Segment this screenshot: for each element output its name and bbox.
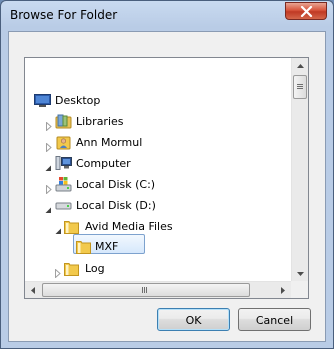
tree-item-mxf[interactable]: MXF bbox=[25, 236, 285, 257]
collapse-arrow-icon[interactable] bbox=[44, 201, 52, 213]
tree-item-label: Ann Mormul bbox=[76, 136, 143, 149]
horizontal-scrollbar[interactable] bbox=[25, 281, 291, 298]
folder-tree[interactable]: Desktop Libraries Ann Mormul Computer Lo… bbox=[24, 57, 309, 299]
tree-item-avid-media-files[interactable]: Avid Media Files bbox=[25, 216, 285, 237]
title-bar[interactable]: Browse For Folder bbox=[1, 1, 333, 29]
expand-arrow-icon[interactable] bbox=[45, 180, 53, 195]
dialog-title: Browse For Folder bbox=[10, 8, 118, 22]
tree-item-label: MXF bbox=[95, 240, 119, 253]
tree-item-desktop[interactable]: Desktop bbox=[25, 90, 285, 111]
close-icon bbox=[300, 6, 313, 17]
folder-icon bbox=[63, 218, 80, 235]
tree-item-label: Local Disk (D:) bbox=[76, 199, 156, 212]
scroll-down-icon[interactable] bbox=[292, 265, 308, 282]
tree-item-computer[interactable]: Computer bbox=[25, 153, 285, 174]
desktop-icon bbox=[34, 92, 51, 109]
tree-item-ann-mormul[interactable]: Ann Mormul bbox=[25, 132, 285, 153]
close-button[interactable] bbox=[285, 2, 327, 20]
browse-for-folder-dialog: Browse For Folder Desktop Libraries Ann … bbox=[0, 0, 334, 349]
tree-item-local-disk-c[interactable]: Local Disk (C:) bbox=[25, 174, 285, 195]
vertical-scrollbar[interactable] bbox=[291, 58, 308, 282]
libraries-icon bbox=[55, 113, 72, 130]
scrollbar-corner bbox=[291, 281, 308, 298]
vertical-scroll-thumb[interactable] bbox=[293, 75, 307, 99]
expand-arrow-icon[interactable] bbox=[45, 117, 53, 132]
tree-item-label: Log bbox=[85, 262, 105, 275]
collapse-arrow-icon[interactable] bbox=[44, 159, 52, 171]
cancel-button[interactable]: Cancel bbox=[238, 308, 311, 331]
tree-item-libraries[interactable]: Libraries bbox=[25, 111, 285, 132]
tree-item-label: Desktop bbox=[55, 94, 101, 107]
user-folder-icon bbox=[55, 134, 72, 151]
expand-arrow-icon[interactable] bbox=[45, 138, 53, 153]
scroll-right-icon[interactable] bbox=[274, 282, 291, 298]
tree-item-label: Libraries bbox=[76, 115, 124, 128]
horizontal-scroll-thumb[interactable] bbox=[42, 283, 250, 297]
expand-arrow-icon[interactable] bbox=[54, 264, 62, 279]
computer-icon bbox=[55, 155, 72, 172]
windows-drive-icon bbox=[55, 176, 72, 193]
scroll-up-icon[interactable] bbox=[292, 58, 308, 75]
collapse-arrow-icon[interactable] bbox=[54, 222, 62, 234]
tree-item-label: Computer bbox=[76, 157, 131, 170]
folder-icon bbox=[63, 260, 80, 277]
ok-button[interactable]: OK bbox=[157, 308, 230, 331]
scroll-left-icon[interactable] bbox=[25, 282, 42, 298]
tree-item-log[interactable]: Log bbox=[25, 258, 285, 279]
drive-icon bbox=[55, 197, 72, 214]
tree-item-label: Local Disk (C:) bbox=[76, 178, 156, 191]
tree-item-local-disk-d[interactable]: Local Disk (D:) bbox=[25, 195, 285, 216]
folder-icon bbox=[75, 238, 92, 255]
